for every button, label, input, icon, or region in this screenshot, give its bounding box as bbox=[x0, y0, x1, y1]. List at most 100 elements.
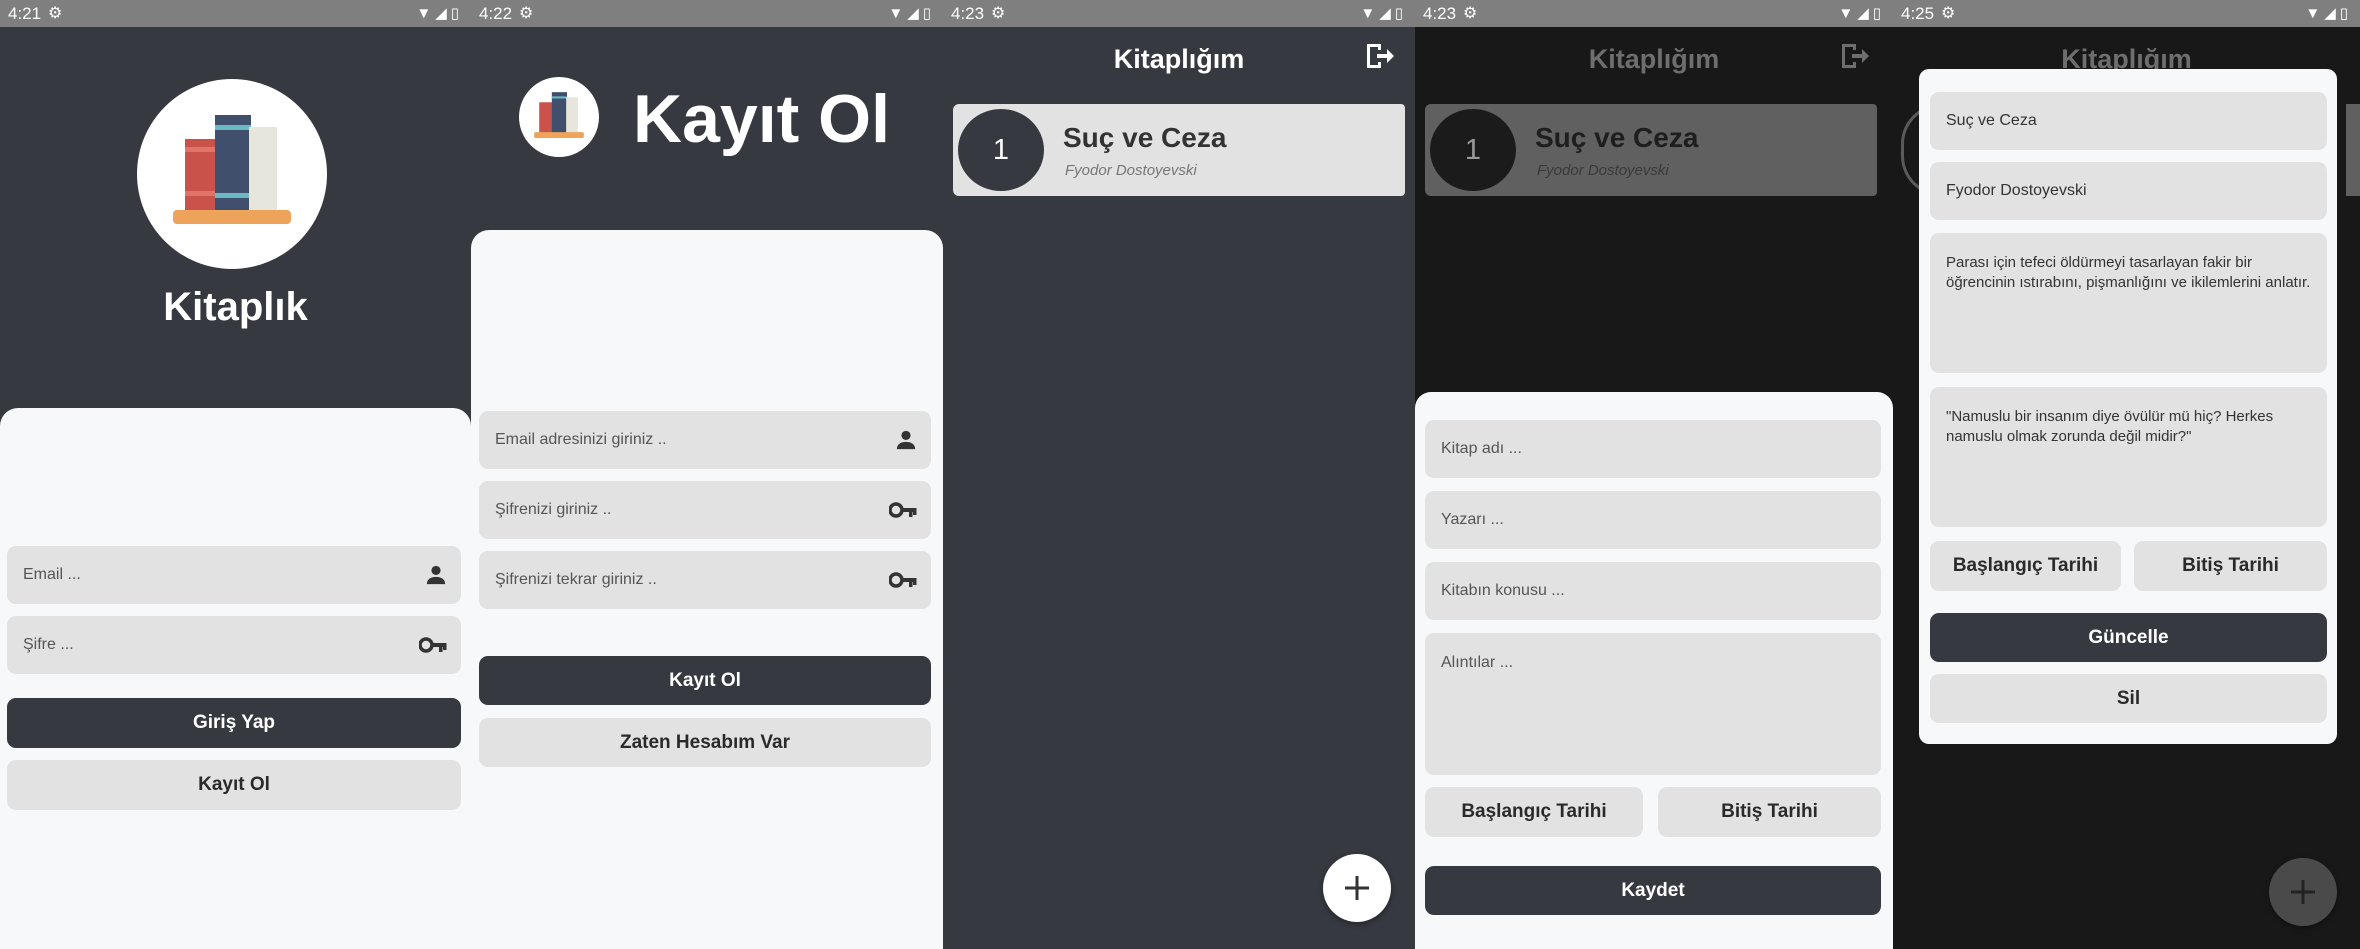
logout-icon[interactable] bbox=[1363, 40, 1395, 72]
status-bar: 4:23 ⚙ ▼◢▯ bbox=[1415, 0, 1893, 27]
gear-icon: ⚙ bbox=[1941, 5, 1956, 22]
book-title-field[interactable]: Suç ve Ceza bbox=[1930, 92, 2327, 150]
have-account-button[interactable]: Zaten Hesabım Var bbox=[479, 718, 931, 767]
end-date-button[interactable]: Bitiş Tarihi bbox=[2134, 541, 2327, 591]
register-screen: 4:22 ⚙ ▼◢▯ Kayıt Ol Email adresinizi gir… bbox=[471, 0, 943, 949]
gear-icon: ⚙ bbox=[991, 5, 1006, 22]
register-sheet: Email adresinizi giriniz .. Şifrenizi gi… bbox=[471, 230, 943, 949]
book-author: Fyodor Dostoyevski bbox=[1065, 162, 1197, 179]
book-topic-value: Parası için tefeci öldürmeyi tasarlayan … bbox=[1946, 254, 2311, 291]
status-time: 4:21 bbox=[8, 4, 42, 23]
password-placeholder: Şifre ... bbox=[23, 636, 74, 653]
add-book-screen: 4:23 ⚙ ▼◢▯ Kitaplığım 1 Suç ve Ceza Fyod… bbox=[1415, 0, 1893, 949]
page-title: Kitaplığım bbox=[1113, 44, 1245, 74]
status-time: 4:23 bbox=[1423, 4, 1457, 23]
book-author: Fyodor Dostoyevski bbox=[1537, 162, 1669, 179]
update-button[interactable]: Güncelle bbox=[1930, 613, 2327, 662]
password-field[interactable]: Şifre ... bbox=[7, 616, 461, 674]
start-date-button[interactable]: Başlangıç Tarihi bbox=[1930, 541, 2121, 591]
status-icons: ▼◢▯ bbox=[1360, 4, 1407, 22]
key-icon bbox=[889, 502, 917, 518]
books-logo-icon bbox=[137, 79, 327, 269]
status-icons: ▼◢▯ bbox=[2305, 4, 2352, 22]
book-list-item: 1 Suç ve Ceza Fyodor Dostoyevski bbox=[1425, 104, 1877, 196]
wifi-icon: ▼ bbox=[888, 5, 908, 22]
book-title: Suç ve Ceza bbox=[1063, 122, 1227, 153]
end-date-button[interactable]: Bitiş Tarihi bbox=[1658, 787, 1881, 837]
edit-book-dialog: Suç ve Ceza Fyodor Dostoyevski Parası iç… bbox=[1919, 69, 2337, 744]
book-list-item bbox=[2346, 104, 2360, 196]
add-book-button bbox=[2269, 858, 2337, 926]
book-title-placeholder: Kitap adı ... bbox=[1441, 440, 1522, 457]
gear-icon: ⚙ bbox=[1463, 5, 1478, 22]
status-time: 4:25 bbox=[1901, 4, 1935, 23]
book-quote-value: "Namuslu bir insanım diye övülür mü hiç?… bbox=[1946, 408, 2274, 445]
battery-icon: ▯ bbox=[450, 5, 463, 22]
person-icon bbox=[426, 565, 446, 585]
book-quotes-placeholder: Alıntılar ... bbox=[1441, 654, 1514, 671]
key-icon bbox=[419, 637, 447, 653]
register-button[interactable]: Kayıt Ol bbox=[7, 760, 461, 810]
login-screen: 4:21 ⚙ ▼◢▯ Kitaplık Email ... Şifre ... … bbox=[0, 0, 471, 949]
book-author-value: Fyodor Dostoyevski bbox=[1946, 182, 2087, 199]
edit-book-screen: 4:25 ⚙ ▼◢▯ Kitaplığım Suç ve Ceza Fyodor… bbox=[1893, 0, 2360, 949]
book-topic-field[interactable]: Kitabın konusu ... bbox=[1425, 562, 1881, 620]
book-author-field[interactable]: Yazarı ... bbox=[1425, 491, 1881, 549]
book-number: 1 bbox=[1427, 106, 1519, 194]
status-icons: ▼◢▯ bbox=[416, 4, 463, 22]
person-icon bbox=[896, 430, 916, 450]
app-title: Kitaplık bbox=[163, 285, 308, 329]
email-placeholder: Email adresinizi giriniz .. bbox=[495, 431, 667, 448]
status-time: 4:23 bbox=[951, 4, 985, 23]
password-placeholder: Şifrenizi giriniz .. bbox=[495, 501, 612, 518]
status-bar: 4:21 ⚙ ▼◢▯ bbox=[0, 0, 471, 27]
wifi-icon: ▼ bbox=[2305, 5, 2325, 22]
plus-icon bbox=[1345, 876, 1369, 900]
book-topic-field[interactable]: Parası için tefeci öldürmeyi tasarlayan … bbox=[1930, 233, 2327, 373]
status-icons: ▼◢▯ bbox=[888, 4, 935, 22]
page-title: Kitaplığım bbox=[1588, 44, 1720, 74]
book-title: Suç ve Ceza bbox=[1535, 122, 1699, 153]
status-bar: 4:22 ⚙ ▼◢▯ bbox=[471, 0, 943, 27]
add-book-button[interactable] bbox=[1323, 854, 1391, 922]
book-title-field[interactable]: Kitap adı ... bbox=[1425, 420, 1881, 478]
book-quotes-field[interactable]: Alıntılar ... bbox=[1425, 633, 1881, 775]
status-time: 4:22 bbox=[479, 4, 513, 23]
wifi-icon: ▼ bbox=[1838, 5, 1858, 22]
gear-icon: ⚙ bbox=[519, 5, 534, 22]
plus-icon bbox=[2291, 880, 2315, 904]
email-placeholder: Email ... bbox=[23, 566, 81, 583]
status-bar: 4:23 ⚙ ▼◢▯ bbox=[943, 0, 1415, 27]
battery-icon: ▯ bbox=[1394, 5, 1407, 22]
books-logo-icon bbox=[519, 77, 599, 157]
signal-icon: ◢ bbox=[1379, 5, 1395, 22]
battery-icon: ▯ bbox=[2339, 5, 2352, 22]
signal-icon: ◢ bbox=[2324, 5, 2340, 22]
save-button[interactable]: Kaydet bbox=[1425, 866, 1881, 915]
book-quotes-field[interactable]: "Namuslu bir insanım diye övülür mü hiç?… bbox=[1930, 387, 2327, 527]
add-book-sheet: Kitap adı ... Yazarı ... Kitabın konusu … bbox=[1415, 392, 1893, 949]
book-author-placeholder: Yazarı ... bbox=[1441, 511, 1504, 528]
book-author-field[interactable]: Fyodor Dostoyevski bbox=[1930, 162, 2327, 220]
logout-icon bbox=[1842, 44, 1869, 68]
signal-icon: ◢ bbox=[1857, 5, 1873, 22]
password-field[interactable]: Şifrenizi giriniz .. bbox=[479, 481, 931, 539]
battery-icon: ▯ bbox=[922, 5, 935, 22]
wifi-icon: ▼ bbox=[1360, 5, 1380, 22]
delete-button[interactable]: Sil bbox=[1930, 674, 2327, 723]
book-list-item[interactable]: 1 Suç ve Ceza Fyodor Dostoyevski bbox=[953, 104, 1405, 196]
status-icons: ▼◢▯ bbox=[1838, 4, 1885, 22]
email-field[interactable]: Email adresinizi giriniz .. bbox=[479, 411, 931, 469]
email-field[interactable]: Email ... bbox=[7, 546, 461, 604]
login-sheet: Email ... Şifre ... Giriş Yap Kayıt Ol bbox=[0, 408, 471, 949]
library-screen: 4:23 ⚙ ▼◢▯ Kitaplığım 1 Suç ve Ceza Fyod… bbox=[943, 0, 1415, 949]
password-repeat-field[interactable]: Şifrenizi tekrar giriniz .. bbox=[479, 551, 931, 609]
register-button[interactable]: Kayıt Ol bbox=[479, 656, 931, 705]
start-date-button[interactable]: Başlangıç Tarihi bbox=[1425, 787, 1643, 837]
book-number: 1 bbox=[955, 106, 1047, 194]
login-button[interactable]: Giriş Yap bbox=[7, 698, 461, 748]
page-title: Kayıt Ol bbox=[633, 81, 890, 157]
status-bar: 4:25 ⚙ ▼◢▯ bbox=[1893, 0, 2360, 27]
gear-icon: ⚙ bbox=[48, 5, 63, 22]
battery-icon: ▯ bbox=[1872, 5, 1885, 22]
